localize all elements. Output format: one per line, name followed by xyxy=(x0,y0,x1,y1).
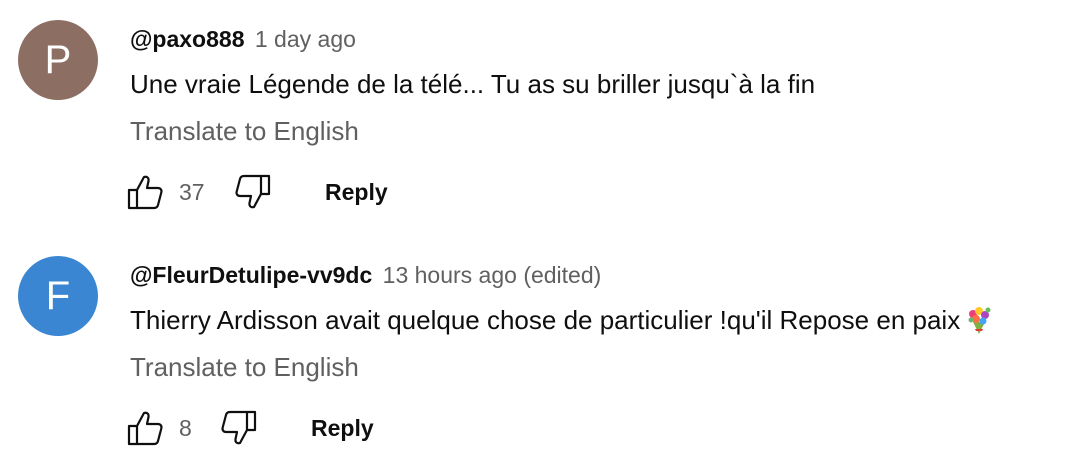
comment-text: Une vraie Légende de la télé... Tu as su… xyxy=(130,69,816,99)
like-button[interactable] xyxy=(125,408,165,448)
reply-button[interactable]: Reply xyxy=(311,414,374,442)
translate-button[interactable]: Translate to English xyxy=(130,350,359,384)
avatar-letter: F xyxy=(45,274,71,318)
comment-time[interactable]: 13 hours ago (edited) xyxy=(383,262,602,288)
translate-button[interactable]: Translate to English xyxy=(130,114,359,148)
thumb-up-icon xyxy=(127,411,163,446)
avatar-letter: P xyxy=(44,38,72,82)
author-name[interactable]: @FleurDetulipe-vv9dc xyxy=(130,262,372,288)
like-count: 8 xyxy=(179,415,192,441)
comment-text-content: Thierry Ardisson avait quelque chose de … xyxy=(130,305,961,335)
avatar[interactable]: P xyxy=(18,20,98,100)
comment-time[interactable]: 1 day ago xyxy=(255,26,356,52)
avatar[interactable]: F xyxy=(18,256,98,336)
thumb-up-icon xyxy=(127,175,163,210)
thumb-down-icon xyxy=(221,410,257,445)
reply-button[interactable]: Reply xyxy=(325,178,388,206)
comment-header: @paxo888 1 day ago xyxy=(130,24,356,54)
comment-text: Thierry Ardisson avait quelque chose de … xyxy=(130,302,994,338)
comment-header: @FleurDetulipe-vv9dc 13 hours ago (edite… xyxy=(130,260,601,290)
like-count: 37 xyxy=(179,179,205,205)
like-button[interactable] xyxy=(125,172,165,212)
author-name[interactable]: @paxo888 xyxy=(130,26,244,52)
dislike-button[interactable] xyxy=(233,172,273,212)
thumb-down-icon xyxy=(235,174,271,209)
bouquet-emoji xyxy=(968,307,991,334)
dislike-button[interactable] xyxy=(219,408,259,448)
